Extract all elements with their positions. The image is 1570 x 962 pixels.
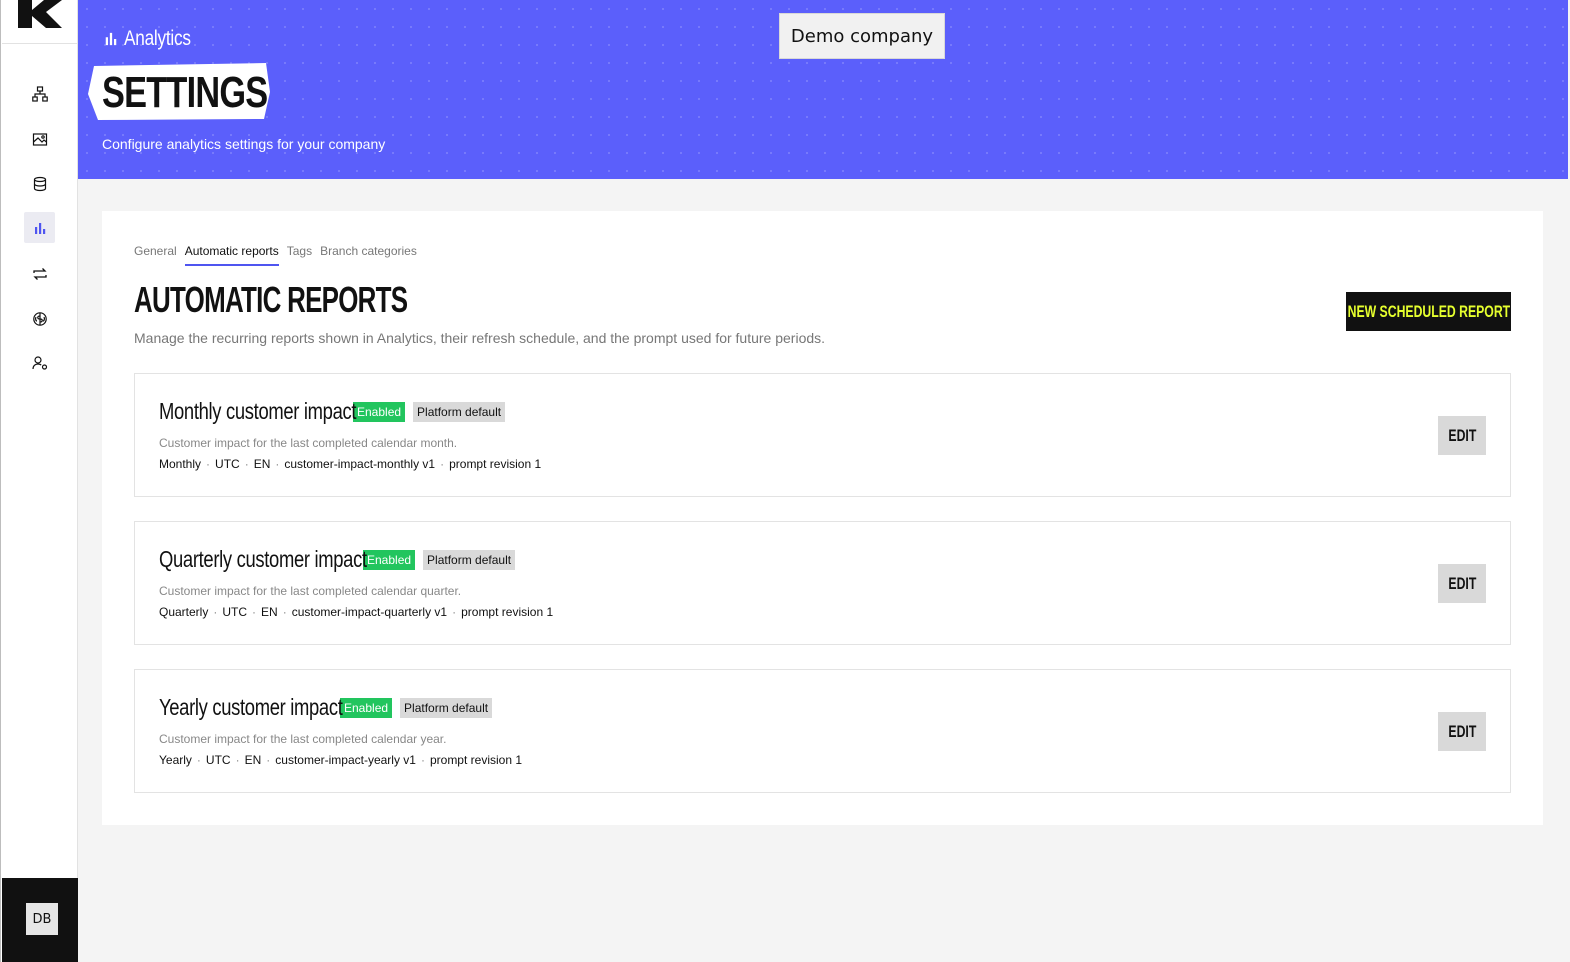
meta-separator: · bbox=[266, 753, 271, 767]
logo-icon bbox=[18, 0, 62, 28]
meta-timezone: UTC bbox=[215, 457, 240, 471]
new-scheduled-report-label: NEW SCHEDULED REPORT bbox=[1347, 301, 1510, 321]
report-header: Monthly customer impact Enabled Platform… bbox=[159, 398, 506, 425]
user-settings-icon bbox=[31, 355, 47, 370]
avatar[interactable]: DB bbox=[26, 903, 58, 935]
settings-tabs: General Automatic reports Tags Branch ca… bbox=[134, 244, 417, 266]
report-meta: Yearly · UTC · EN · customer-impact-yearly … bbox=[159, 753, 522, 767]
source-badge: Platform default bbox=[413, 401, 506, 422]
logo[interactable] bbox=[2, 0, 78, 44]
settings-card: General Automatic reports Tags Branch ca… bbox=[102, 211, 1543, 825]
page-title-text: SETTINGS bbox=[102, 68, 268, 117]
meta-language: EN bbox=[253, 457, 271, 471]
report-meta: Quarterly · UTC · EN · customer-impact-quar… bbox=[159, 605, 553, 619]
tab-branch-categories[interactable]: Branch categories bbox=[320, 244, 417, 266]
company-selector[interactable]: Demo company bbox=[779, 13, 945, 59]
tab-automatic-reports[interactable]: Automatic reports bbox=[184, 244, 279, 266]
edit-label: EDIT bbox=[1448, 721, 1476, 741]
status-badge: Enabled bbox=[363, 549, 416, 570]
meta-template: customer-impact-monthly v1 bbox=[284, 457, 436, 471]
meta-separator: · bbox=[252, 605, 257, 619]
meta-timezone: UTC bbox=[222, 605, 248, 619]
tab-tags[interactable]: Tags bbox=[287, 244, 312, 266]
meta-language: EN bbox=[244, 753, 262, 767]
report-name: Quarterly customer impact bbox=[159, 546, 367, 572]
analytics-icon bbox=[105, 32, 117, 46]
sidebar-item-user-settings[interactable] bbox=[24, 347, 55, 378]
breadcrumb-label: Analytics bbox=[124, 27, 191, 50]
meta-separator: · bbox=[206, 457, 211, 471]
status-badge: Enabled bbox=[353, 401, 406, 422]
report-description: Customer impact for the last completed c… bbox=[159, 584, 462, 598]
meta-separator: · bbox=[213, 605, 218, 619]
new-scheduled-report-button[interactable]: NEW SCHEDULED REPORT bbox=[1346, 292, 1511, 331]
hierarchy-icon bbox=[31, 85, 48, 102]
sidebar: DB bbox=[0, 0, 78, 962]
sync-icon bbox=[32, 267, 47, 280]
brain-icon bbox=[32, 311, 47, 326]
meta-template: customer-impact-quarterly v1 bbox=[291, 605, 448, 619]
meta-prompt-revision: prompt revision 1 bbox=[429, 753, 523, 767]
report-description: Customer impact for the last completed c… bbox=[159, 436, 458, 450]
meta-separator: · bbox=[440, 457, 445, 471]
sidebar-item-analytics[interactable] bbox=[24, 212, 55, 243]
meta-separator: · bbox=[235, 753, 240, 767]
report-name: Monthly customer impact bbox=[159, 398, 357, 424]
meta-separator: · bbox=[452, 605, 457, 619]
sidebar-item-sync[interactable] bbox=[24, 258, 55, 289]
page-header: Analytics SETTINGS Configure analytics s… bbox=[78, 0, 1568, 179]
tab-general[interactable]: General bbox=[134, 244, 177, 266]
meta-prompt-revision: prompt revision 1 bbox=[449, 457, 542, 471]
section-title: AUTOMATIC REPORTS bbox=[134, 279, 408, 320]
meta-frequency: Monthly bbox=[159, 457, 202, 471]
meta-separator: · bbox=[282, 605, 287, 619]
source-badge: Platform default bbox=[400, 697, 493, 718]
meta-prompt-revision: prompt revision 1 bbox=[461, 605, 554, 619]
source-badge: Platform default bbox=[423, 549, 516, 570]
section-description: Manage the recurring reports shown in An… bbox=[134, 330, 826, 346]
breadcrumb: Analytics bbox=[104, 27, 205, 51]
edit-label: EDIT bbox=[1448, 573, 1476, 593]
edit-report-button[interactable]: EDIT bbox=[1438, 564, 1486, 603]
report-header: Quarterly customer impact Enabled Platfo… bbox=[159, 546, 516, 573]
meta-frequency: Quarterly bbox=[159, 605, 209, 619]
meta-template: customer-impact-yearly v1 bbox=[275, 753, 416, 767]
report-name: Yearly customer impact bbox=[159, 694, 343, 720]
meta-language: EN bbox=[261, 605, 278, 619]
meta-separator: · bbox=[196, 753, 201, 767]
edit-label: EDIT bbox=[1448, 425, 1476, 445]
page-subtitle: Configure analytics settings for your co… bbox=[102, 136, 386, 152]
meta-separator: · bbox=[244, 457, 249, 471]
report-card: Monthly customer impact Enabled Platform… bbox=[134, 373, 1511, 497]
report-meta: Monthly · UTC · EN · customer-impact-monthl… bbox=[159, 457, 541, 471]
meta-separator: · bbox=[420, 753, 425, 767]
report-header: Yearly customer impact Enabled Platform … bbox=[159, 694, 493, 721]
edit-report-button[interactable]: EDIT bbox=[1438, 712, 1486, 751]
page-title: SETTINGS bbox=[88, 62, 270, 120]
sidebar-item-assets[interactable] bbox=[24, 123, 55, 154]
analytics-icon bbox=[34, 222, 45, 234]
status-badge: Enabled bbox=[340, 697, 393, 718]
assets-icon bbox=[32, 132, 47, 146]
edit-report-button[interactable]: EDIT bbox=[1438, 416, 1486, 455]
meta-frequency: Yearly bbox=[159, 753, 192, 767]
user-area: DB bbox=[2, 878, 78, 962]
meta-separator: · bbox=[275, 457, 280, 471]
sidebar-item-hierarchy[interactable] bbox=[24, 78, 55, 109]
database-icon bbox=[33, 176, 46, 191]
sidebar-item-brain[interactable] bbox=[24, 303, 55, 334]
sidebar-item-database[interactable] bbox=[24, 168, 55, 199]
report-card: Yearly customer impact Enabled Platform … bbox=[134, 669, 1511, 793]
report-card: Quarterly customer impact Enabled Platfo… bbox=[134, 521, 1511, 645]
meta-timezone: UTC bbox=[205, 753, 231, 767]
report-description: Customer impact for the last completed c… bbox=[159, 732, 447, 746]
